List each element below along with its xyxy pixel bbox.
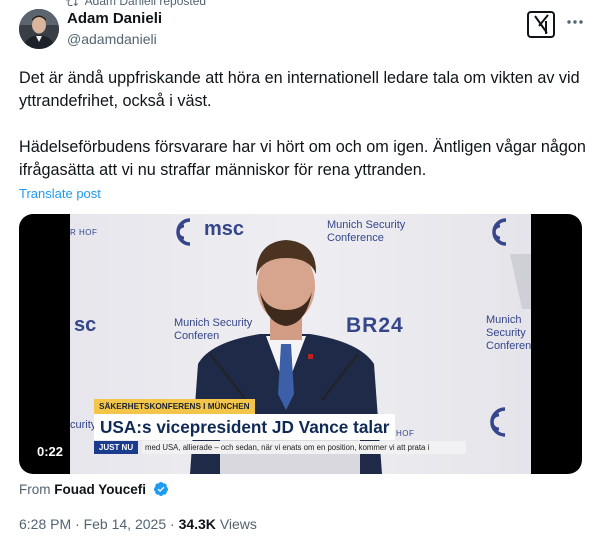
tweet-text: Det är ändå uppfriskande att höra en int… [19,67,589,182]
repost-label: Adam Danieli reposted [84,0,207,8]
source-attribution: From Fouad Youcefi [19,481,169,497]
conference-line-2: Conference [486,340,531,352]
conference-name: Munich Security Conference [327,219,405,245]
video-duration: 0:22 [31,442,70,462]
conference-line-2: Conference [327,232,384,244]
repost-icon [66,0,78,6]
lower-third-kicker: SÄKERHETSKONFERENS I MÜNCHEN [94,399,255,414]
grok-button[interactable] [527,11,555,38]
more-horizontal-icon [567,20,583,24]
conference-line-1: Munich Security [327,219,406,231]
author-handle[interactable]: @adamdanieli [67,31,157,47]
conference-line-2-cut: Conferen [174,330,220,342]
post-time[interactable]: 6:28 PM [19,516,71,532]
translate-post-link[interactable]: Translate post [19,186,101,201]
verified-badge-icon [153,482,168,496]
ticker-tag: JUST NU [94,441,138,454]
conference-line-1: Munich Security [486,314,526,339]
hof-edge-text-2: HOF [396,429,415,438]
video-player[interactable]: msc Munich Security Conference sc Munich… [19,214,582,474]
source-prefix: From [19,482,51,497]
lower-third-headline: USA:s vicepresident JD Vance talar [94,414,396,440]
tweet-paragraph: Hädelseförbudens försvarare har vi hört … [19,138,586,179]
views-count: 34.3K [178,516,216,532]
author-name[interactable]: Adam Danieli [67,10,162,27]
views-label: Views [219,516,257,532]
br24-logo: BR24 [346,314,404,337]
avatar-image [19,9,59,49]
source-name-link[interactable]: Fouad Youcefi [54,482,146,497]
repost-indicator: Adam Danieli reposted [66,0,207,8]
video-frame: msc Munich Security Conference sc Munich… [70,214,531,474]
left-msc-text: sc [74,314,97,336]
meta-separator: · [75,516,80,532]
post-date[interactable]: Feb 14, 2025 [84,516,167,532]
conference-name-right: Munich Security Conference [486,314,531,353]
avatar[interactable] [19,9,59,49]
hof-edge-text: R HOF [70,228,98,237]
conference-name-left: Munich Security Conferen [174,317,252,343]
conference-line-1: Munich Security [174,317,253,329]
more-options-button[interactable] [565,12,585,32]
post-meta: 6:28 PM · Feb 14, 2025 · 34.3K Views [19,516,257,532]
msc-logo-text: msc [204,218,245,240]
curity-edge-text: curity [70,419,97,431]
meta-separator: · [170,516,175,532]
tweet-paragraph: Det är ändå uppfriskande att höra en int… [19,69,580,110]
grok-icon [534,14,549,34]
ticker-text: med USA, allierade – och sedan, när vi e… [142,441,466,454]
